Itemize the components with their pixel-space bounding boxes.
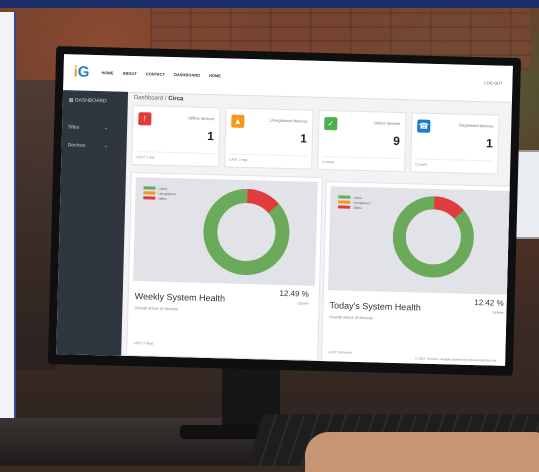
card-footer: Current bbox=[415, 158, 494, 169]
card-value: 1 bbox=[300, 131, 308, 146]
donut-chart-area: Online Unregistered Offline bbox=[327, 186, 513, 295]
panel-footer: LAST 7 days bbox=[133, 341, 154, 346]
stat-card-offline: ! Offline devices 1 LAST 1 day bbox=[131, 104, 221, 168]
nav-link-home-2[interactable]: HOME bbox=[209, 73, 221, 78]
card-label: Unregistered devices bbox=[269, 117, 308, 124]
card-label: Registered devices bbox=[459, 122, 494, 129]
stat-card-unregistered: ▲ Unregistered devices 1 LAST 1 day bbox=[224, 107, 314, 170]
donut-chart-area: Online Unregistered Offline bbox=[133, 177, 318, 286]
left-paper-panel bbox=[0, 12, 16, 452]
panel-value: 12.49 % bbox=[279, 288, 309, 299]
card-footer: LAST 1 day bbox=[136, 151, 215, 162]
dashboard-icon: ▦ bbox=[68, 97, 74, 104]
card-footer: Current bbox=[322, 155, 401, 167]
donut-chart bbox=[203, 189, 290, 276]
panel-desc: Overall status of devices bbox=[329, 314, 373, 321]
card-footer: LAST 1 day bbox=[229, 153, 308, 164]
panel-footer: LAST 24 hours bbox=[328, 350, 352, 355]
logout-link[interactable]: LOG OUT bbox=[484, 80, 502, 85]
panel-value: 12.42 % bbox=[474, 298, 504, 308]
card-value: 1 bbox=[207, 128, 215, 144]
logo-g: G bbox=[77, 63, 90, 81]
panel-sub: Uptime bbox=[297, 301, 309, 306]
donut-offline bbox=[246, 189, 279, 214]
sidebar: ▦ DASHBOARD Sites ⌄ Devices ⌄ bbox=[56, 90, 129, 356]
panel-title: Today's System Health bbox=[329, 300, 421, 313]
monitor-screen: iG HOME ABOUT CONTACT DASHBOARD HOME LOG… bbox=[56, 54, 513, 366]
today-health-panel: Online Unregistered Offline Today's Syst… bbox=[320, 181, 513, 366]
main-content: Dashboard / Circa ! Offline devices 1 LA… bbox=[121, 92, 513, 366]
card-label: Offline devices bbox=[188, 115, 215, 122]
chevron-down-icon[interactable]: ⌄ bbox=[104, 125, 108, 131]
breadcrumb-root[interactable]: Dashboard bbox=[134, 95, 164, 102]
sidebar-title-label: DASHBOARD bbox=[74, 97, 107, 105]
check-icon: ✓ bbox=[324, 117, 338, 131]
card-label: Online devices bbox=[374, 120, 401, 127]
app-logo[interactable]: iG bbox=[73, 63, 89, 80]
nav-link-home[interactable]: HOME bbox=[101, 70, 113, 75]
card-value: 1 bbox=[485, 136, 494, 151]
breadcrumb: Dashboard / Circa bbox=[133, 95, 184, 103]
stat-card-online: ✓ Online devices 9 Current bbox=[317, 109, 407, 173]
sidebar-title[interactable]: ▦ DASHBOARD bbox=[69, 97, 107, 104]
nav-link-contact[interactable]: CONTACT bbox=[146, 71, 165, 77]
card-value: 9 bbox=[393, 133, 401, 148]
panel-title: Weekly System Health bbox=[134, 291, 226, 304]
nav-link-dashboard[interactable]: DASHBOARD bbox=[174, 72, 200, 78]
warning-icon: ▲ bbox=[231, 114, 245, 128]
chevron-down-icon[interactable]: ⌄ bbox=[104, 143, 108, 149]
donut-chart bbox=[392, 196, 474, 278]
alert-icon: ! bbox=[138, 112, 152, 126]
phone-icon: ☎ bbox=[417, 119, 431, 133]
sidebar-item-sites[interactable]: Sites bbox=[68, 124, 79, 130]
stat-card-registered: ☎ Registered devices 1 Current bbox=[410, 112, 500, 175]
sidebar-item-devices[interactable]: Devices bbox=[68, 142, 86, 148]
breadcrumb-current: Circa bbox=[168, 95, 184, 103]
weekly-health-panel: Online Unregistered Offline Weekly Syste… bbox=[126, 171, 323, 361]
panel-desc: Overall status of devices bbox=[134, 305, 179, 312]
nav-link-about[interactable]: ABOUT bbox=[122, 71, 136, 76]
hand bbox=[305, 432, 539, 472]
monitor: iG HOME ABOUT CONTACT DASHBOARD HOME LOG… bbox=[47, 45, 522, 377]
page-top-strip bbox=[0, 0, 539, 8]
panel-sub: Uptime bbox=[492, 310, 504, 315]
nav-links: HOME ABOUT CONTACT DASHBOARD HOME bbox=[101, 70, 221, 78]
